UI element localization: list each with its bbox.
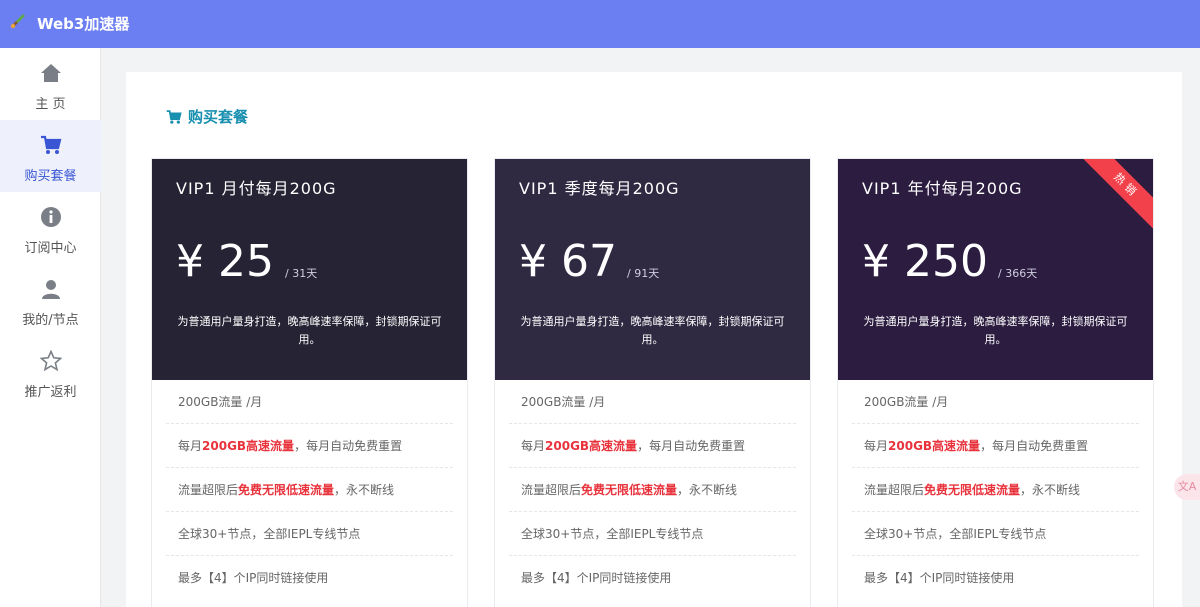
feature-item: 200GB流量 /月 [166,380,453,424]
sidebar-item-referral[interactable]: 推广返利 [0,336,101,408]
sidebar-item-label: 订阅中心 [24,241,77,256]
feature-list: 200GB流量 /月 每月200GB高速流量，每月自动免费重置 流量超限后免费无… [152,380,467,600]
section-header: 购买套餐 [166,106,248,127]
sidebar-item-label: 主 页 [35,97,66,112]
top-bar: Web3加速器 [0,0,1200,48]
feature-item: 200GB流量 /月 [509,380,796,424]
feature-item: 最多【4】个IP同时链接使用 [178,571,329,585]
plan-period: / 91天 [627,267,660,280]
feature-item: 最多【4】个IP同时链接使用 [864,571,1015,585]
plan-price: ¥250 [862,237,988,287]
plan-description: 为普通用户量身打造，晚高峰速率保障，封锁期保证可用。 [520,315,785,346]
hot-badge: 热销 [1083,159,1153,229]
plan-period: / 366天 [998,267,1038,280]
feature-item: 200GB流量 /月 [852,380,1139,424]
plan-card[interactable]: VIP1 月付每月200G ¥25 / 31天 为普通用户量身打造，晚高峰速率保… [151,158,468,607]
sidebar-item-subscription[interactable]: 订阅中心 [0,192,101,264]
currency-symbol: ¥ [519,236,547,287]
plan-price: ¥67 [519,237,617,287]
currency-symbol: ¥ [862,236,890,287]
feature-item: 流量超限后免费无限低速流量，永不断线 [852,468,1139,512]
home-icon [40,64,61,82]
currency-symbol: ¥ [176,236,204,287]
section-title: 购买套餐 [188,108,249,126]
price-value: 250 [904,236,988,287]
rocket-icon[interactable] [9,12,27,30]
sidebar-item-buy[interactable]: 购买套餐 [0,120,101,192]
plan-description: 为普通用户量身打造，晚高峰速率保障，封锁期保证可用。 [177,315,442,346]
feature-item: 最多【4】个IP同时链接使用 [521,571,672,585]
plan-title: VIP1 年付每月200G [862,179,1023,198]
plan-price: ¥25 [176,237,274,287]
feature-item: 流量超限后免费无限低速流量，永不断线 [166,468,453,512]
price-value: 25 [218,236,274,287]
plan-period: / 31天 [285,267,318,280]
feature-item: 每月200GB高速流量，每月自动免费重置 [166,424,453,468]
plan-title: VIP1 月付每月200G [176,179,337,198]
feature-highlight: 200GB高速流量 [202,439,295,453]
sidebar: 主 页 购买套餐 订阅中心 我的/节点 推广返利 [0,48,101,607]
plan-description: 为普通用户量身打造，晚高峰速率保障，封锁期保证可用。 [863,315,1128,346]
plan-card-header: VIP1 月付每月200G ¥25 / 31天 为普通用户量身打造，晚高峰速率保… [152,159,467,380]
feature-item: 每月200GB高速流量，每月自动免费重置 [509,424,796,468]
plan-card-header: VIP1 年付每月200G ¥250 / 366天 为普通用户量身打造，晚高峰速… [838,159,1153,380]
sidebar-item-home[interactable]: 主 页 [0,48,101,120]
cart-icon [40,135,61,154]
plan-card[interactable]: VIP1 季度每月200G ¥67 / 91天 为普通用户量身打造，晚高峰速率保… [494,158,811,607]
feature-list: 200GB流量 /月 每月200GB高速流量，每月自动免费重置 流量超限后免费无… [838,380,1153,600]
feature-item: 全球30+节点，全部IEPL专线节点 [166,512,453,556]
cart-icon [166,109,182,124]
feature-highlight: 免费无限低速流量 [924,483,1021,497]
feature-highlight: 免费无限低速流量 [238,483,335,497]
sidebar-item-label: 推广返利 [24,385,77,400]
feature-list: 200GB流量 /月 每月200GB高速流量，每月自动免费重置 流量超限后免费无… [495,380,810,600]
sidebar-item-nodes[interactable]: 我的/节点 [0,264,101,336]
feature-item: 每月200GB高速流量，每月自动免费重置 [852,424,1139,468]
main-panel: 购买套餐 VIP1 月付每月200G ¥25 / 31天 为普通用户量身打造，晚… [126,72,1182,607]
feature-highlight: 200GB高速流量 [545,439,638,453]
plan-card-header: VIP1 季度每月200G ¥67 / 91天 为普通用户量身打造，晚高峰速率保… [495,159,810,380]
feature-highlight: 200GB高速流量 [888,439,981,453]
plan-card[interactable]: VIP1 年付每月200G ¥250 / 366天 为普通用户量身打造，晚高峰速… [837,158,1154,607]
brand-title[interactable]: Web3加速器 [37,13,129,34]
translate-button[interactable]: 文A [1174,474,1200,500]
plan-title: VIP1 季度每月200G [519,179,680,198]
hot-ribbon: 热销 [1083,159,1153,229]
user-icon [41,280,60,299]
star-icon [39,350,62,372]
info-icon [40,207,61,227]
sidebar-item-label: 我的/节点 [22,313,79,328]
feature-item: 全球30+节点，全部IEPL专线节点 [509,512,796,556]
sidebar-item-label: 购买套餐 [24,169,77,184]
feature-highlight: 免费无限低速流量 [581,483,678,497]
feature-item: 全球30+节点，全部IEPL专线节点 [852,512,1139,556]
price-value: 67 [561,236,617,287]
feature-item: 流量超限后免费无限低速流量，永不断线 [509,468,796,512]
